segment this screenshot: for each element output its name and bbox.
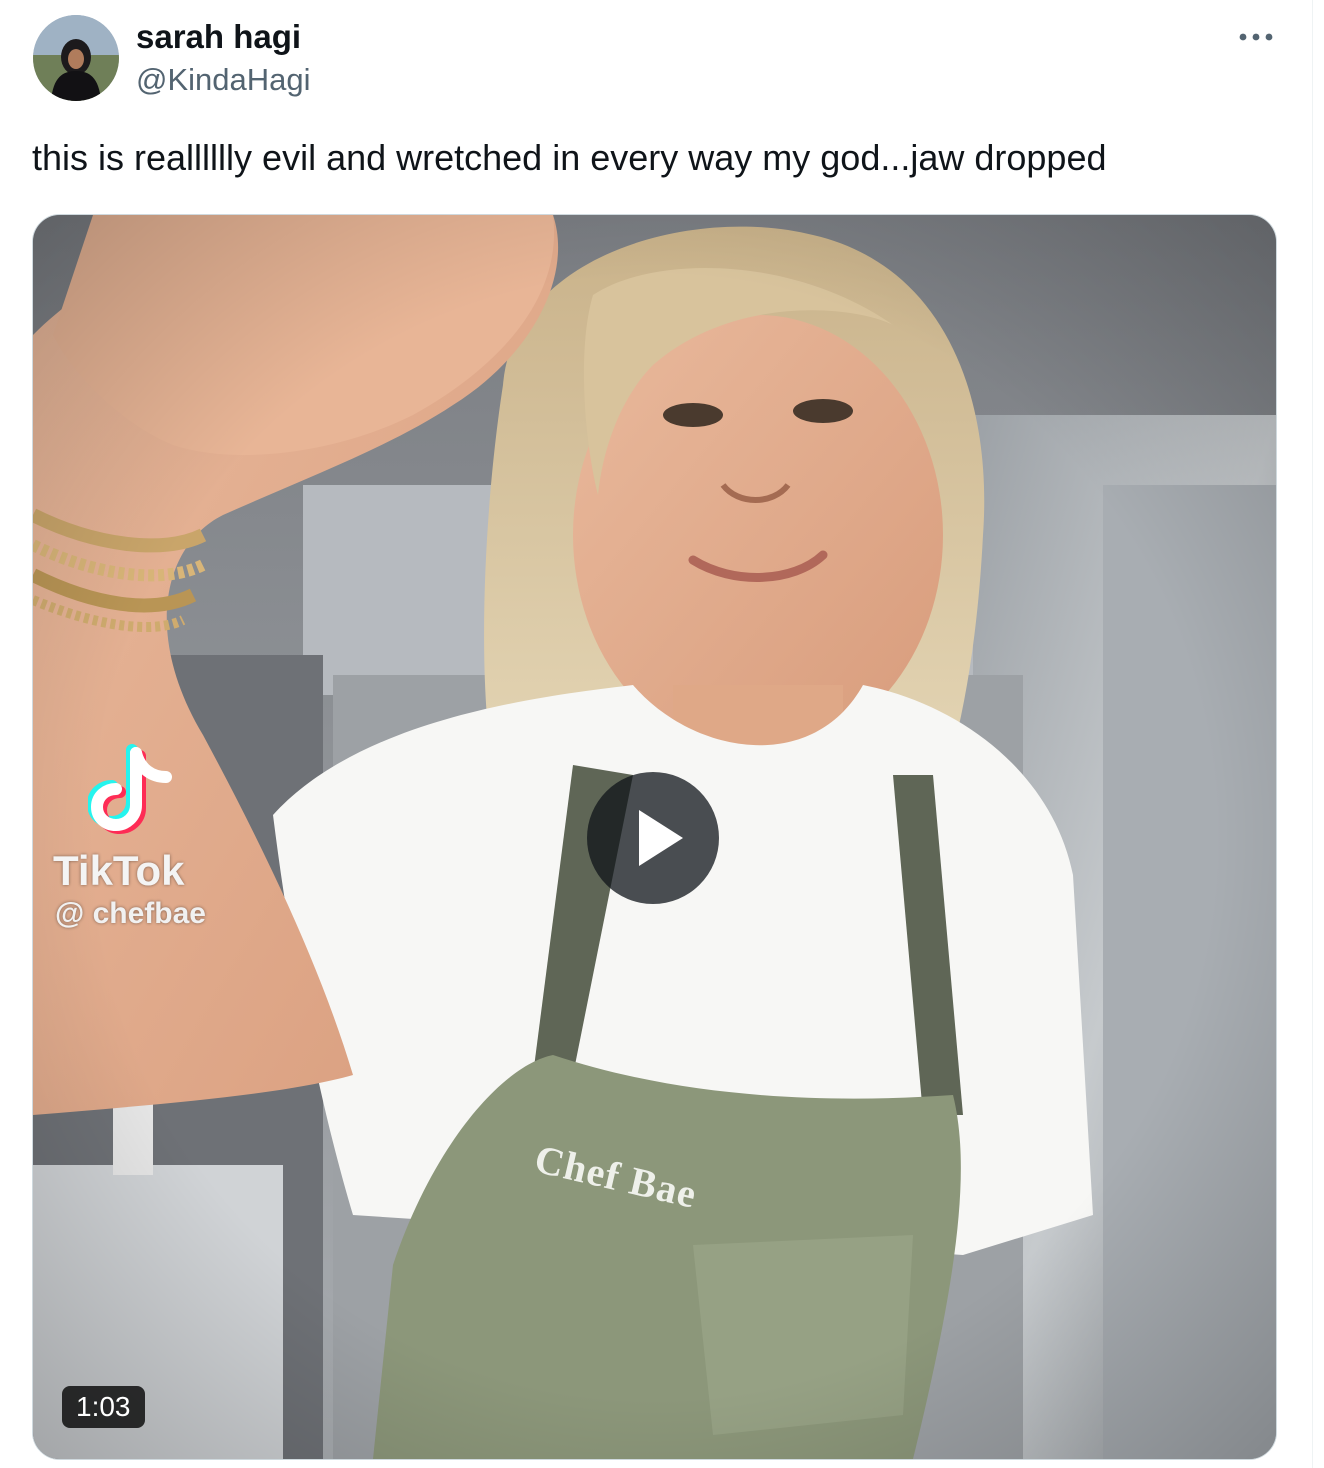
tiktok-logo-icon [86, 743, 178, 839]
video-player[interactable]: TikTok @ chefbae Chef Bae 1:03 [32, 214, 1277, 1460]
avatar-photo [33, 15, 119, 101]
divider [1312, 0, 1313, 1468]
play-button[interactable] [587, 772, 719, 904]
video-duration: 1:03 [62, 1386, 145, 1428]
tweet-text: this is realllllly evil and wretched in … [32, 137, 1107, 178]
tiktok-watermark-user: @ chefbae [55, 897, 206, 930]
tweet: sarah hagi @KindaHagi this is realllllly… [0, 0, 1324, 1468]
play-icon [639, 810, 683, 866]
tiktok-watermark-name: TikTok [53, 847, 185, 894]
author-handle[interactable]: @KindaHagi [136, 62, 311, 98]
author-display-name[interactable]: sarah hagi [136, 18, 301, 56]
avatar[interactable] [33, 15, 119, 101]
more-icon[interactable] [1234, 22, 1278, 50]
